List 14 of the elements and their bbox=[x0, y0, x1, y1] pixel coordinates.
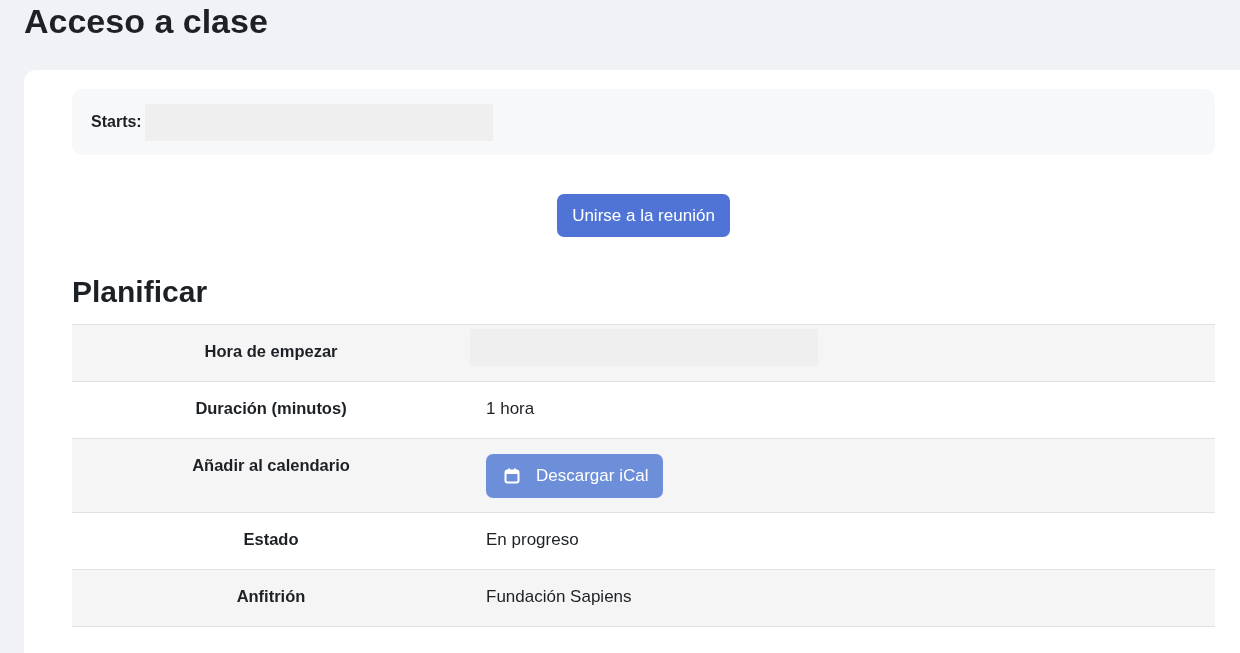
schedule-heading: Planificar bbox=[72, 275, 209, 310]
row-label: Estado bbox=[243, 530, 299, 548]
row-label: Anfitrión bbox=[236, 587, 306, 605]
calendar-icon bbox=[504, 468, 520, 484]
row-label: Duración (minutos) bbox=[195, 399, 347, 417]
starts-label: Starts: bbox=[91, 113, 142, 131]
row-label: Hora de empezar bbox=[204, 342, 338, 360]
page-title: Acceso a clase bbox=[23, 1, 269, 42]
row-value: En progreso bbox=[486, 530, 579, 549]
row-value: 1 hora bbox=[486, 399, 535, 418]
join-meeting-button[interactable]: Unirse a la reunión bbox=[557, 194, 730, 237]
row-label: Añadir al calendario bbox=[192, 456, 350, 474]
download-ical-button[interactable]: Descargar iCal bbox=[486, 454, 664, 498]
row-value: Fundación Sapiens bbox=[486, 587, 632, 606]
